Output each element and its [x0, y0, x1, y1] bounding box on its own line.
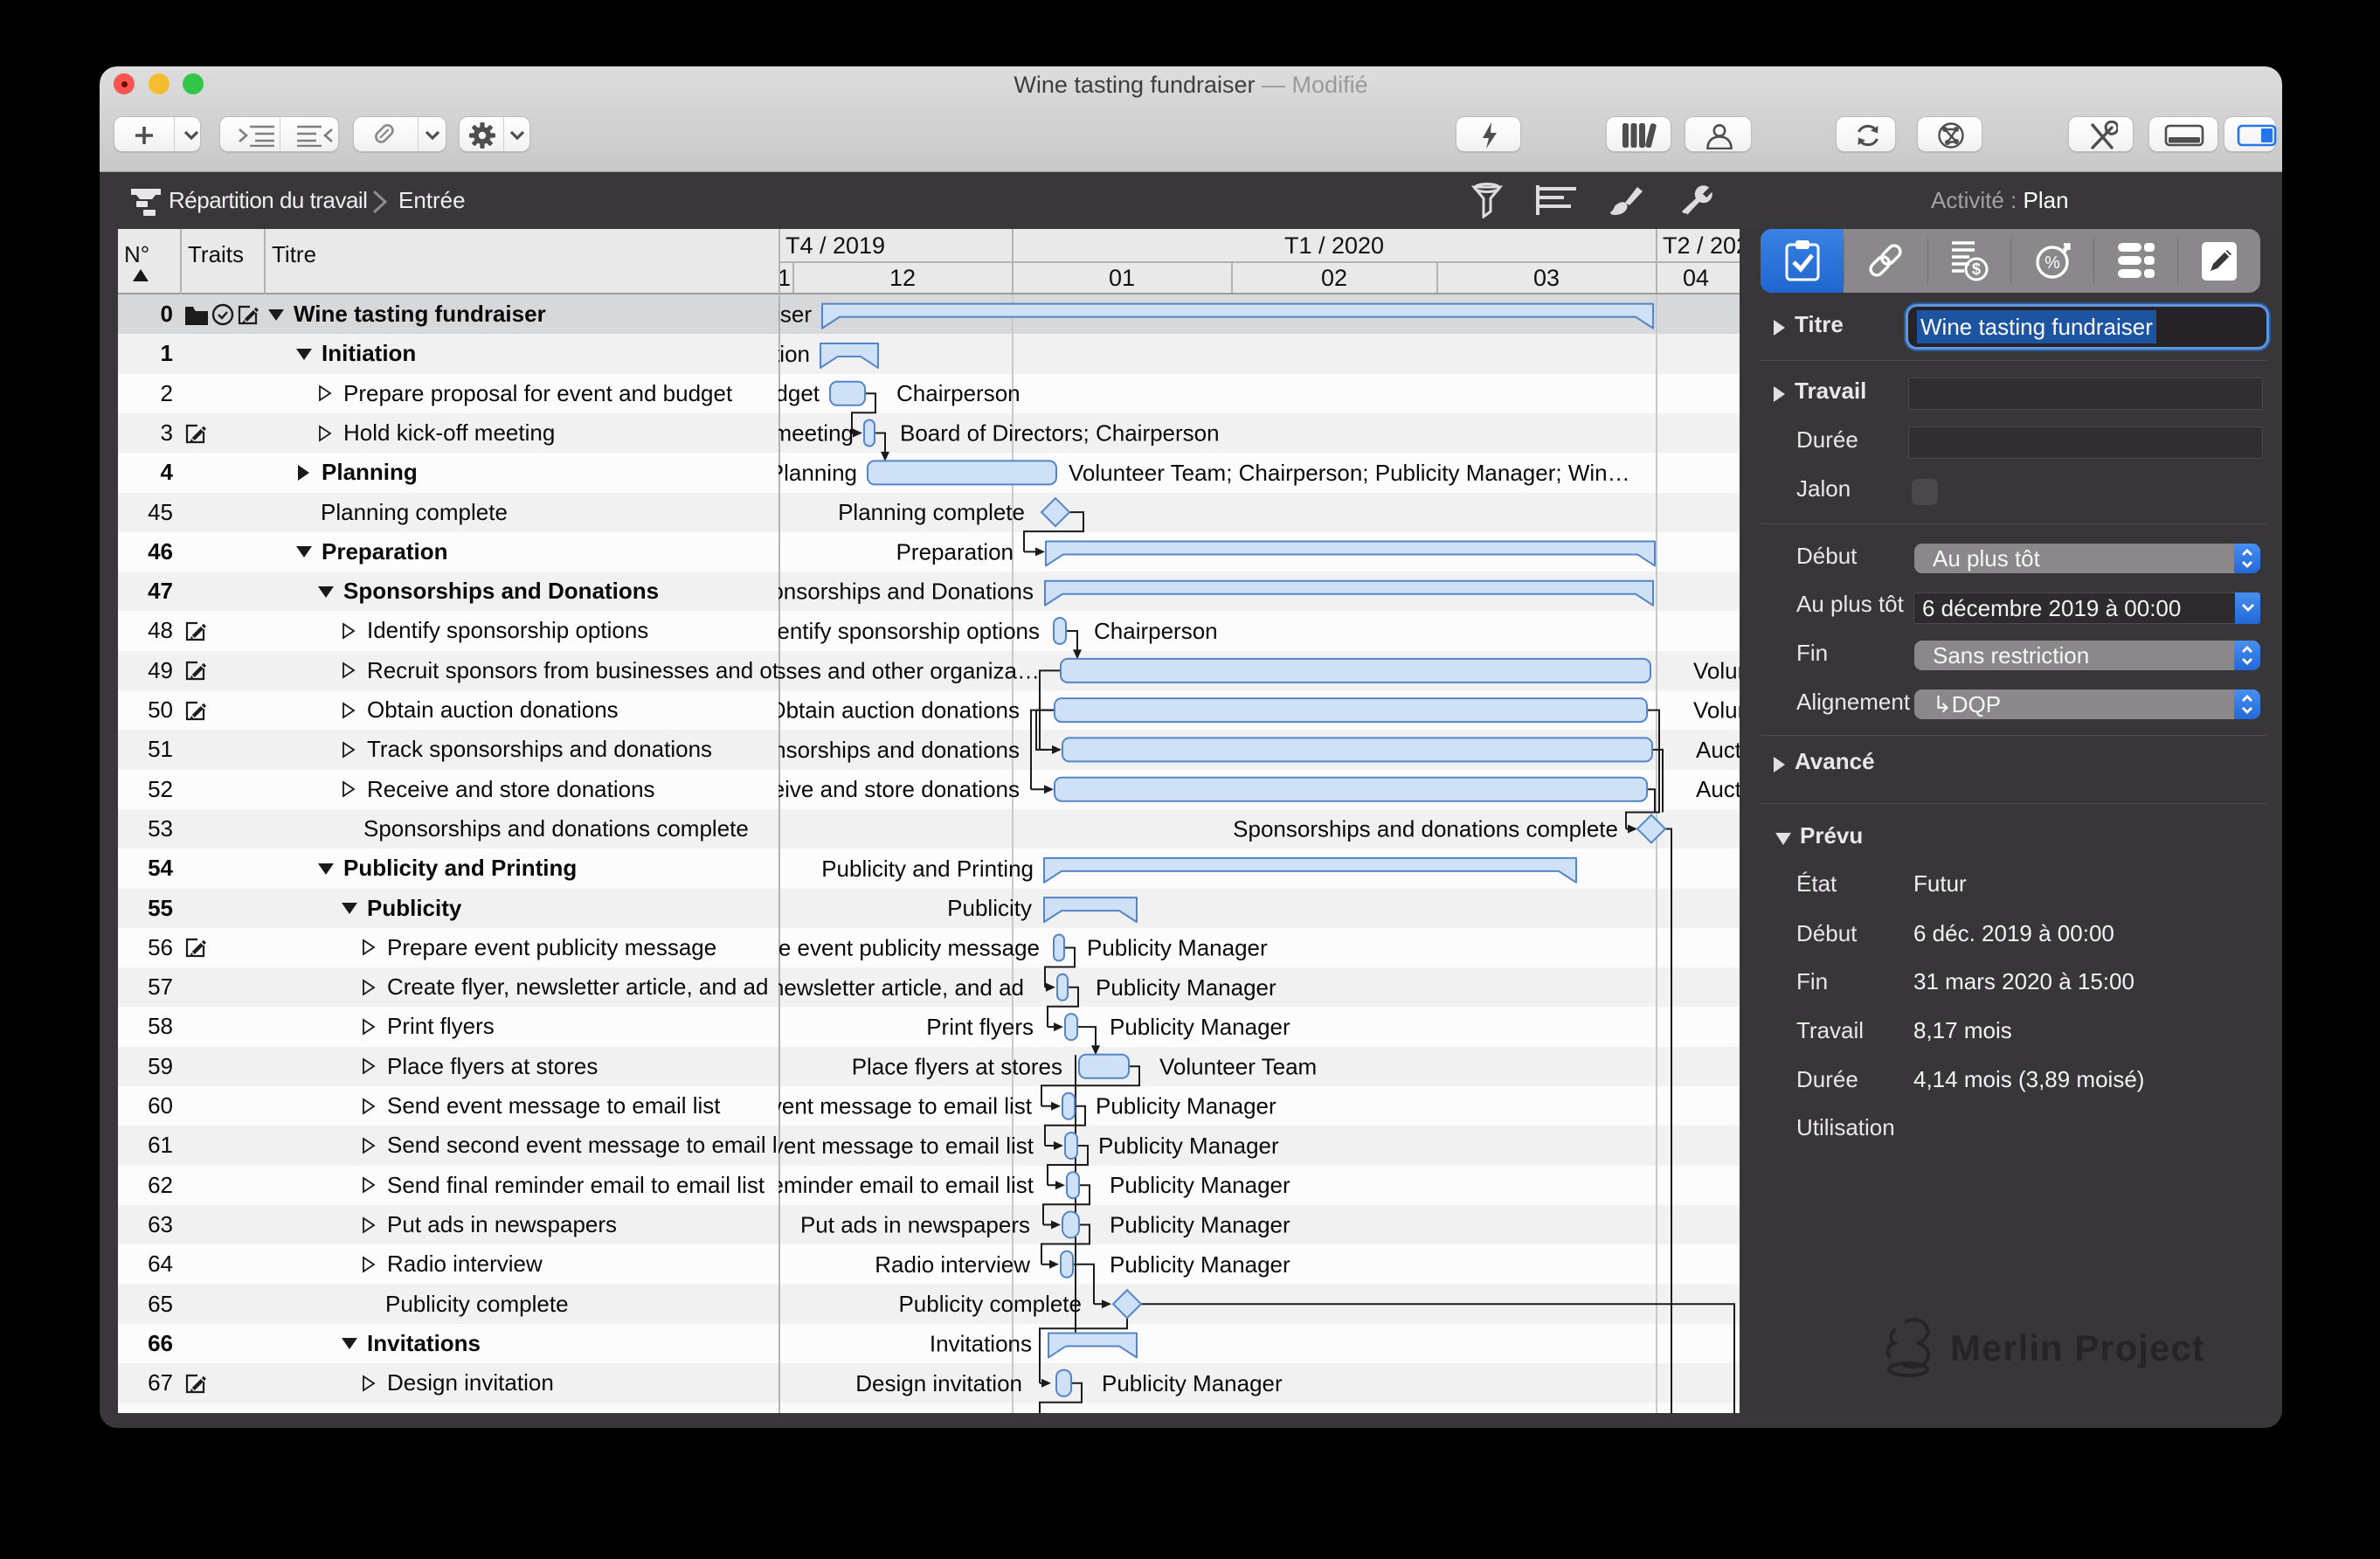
svg-text:Volunteer Team: Volunteer Team: [1159, 1053, 1317, 1079]
svg-text:Send final reminder email to e: Send final reminder email to email list: [778, 1172, 1034, 1198]
svg-text:Prepare proposal for event and: Prepare proposal for event and budget: [778, 380, 820, 406]
svg-text:Sponsorships and donations com: Sponsorships and donations complete: [1233, 816, 1618, 842]
svg-text:T2 / 2020: T2 / 2020: [1663, 232, 1740, 259]
svg-text:Send event message to email li: Send event message to email list: [778, 1093, 1033, 1119]
svg-text:Volunteer Team; Auction Team: Volunteer Team; Auction Team: [1693, 657, 1740, 683]
svg-text:T1 / 2020: T1 / 2020: [1284, 232, 1384, 259]
svg-text:Publicity complete: Publicity complete: [898, 1291, 1082, 1317]
svg-text:Publicity: Publicity: [947, 895, 1032, 921]
svg-text:Create flyer, newsletter artic: Create flyer, newsletter article, and ad: [778, 974, 1024, 1001]
svg-text:Volunteer Team: Volunteer Team: [1693, 697, 1740, 724]
svg-text:11: 11: [778, 265, 791, 291]
svg-text:Obtain auction donations: Obtain auction donations: [778, 697, 1020, 724]
svg-text:Auction Team: Auction Team: [1696, 776, 1740, 802]
svg-text:Invitations: Invitations: [930, 1331, 1032, 1357]
svg-text:Publicity and Printing: Publicity and Printing: [821, 856, 1034, 882]
svg-text:$: $: [1972, 260, 1981, 278]
svg-text:Volunteer Team; Chairperson; P: Volunteer Team; Chairperson; Publicity M…: [1069, 460, 1630, 486]
svg-text:Publicity Manager: Publicity Manager: [1102, 1370, 1283, 1396]
svg-text:Preparation: Preparation: [896, 538, 1014, 565]
svg-text:Print flyers: Print flyers: [926, 1014, 1034, 1040]
svg-text:Publicity Manager: Publicity Manager: [1110, 1172, 1290, 1198]
svg-text:Planning complete: Planning complete: [838, 499, 1025, 525]
svg-text:01: 01: [1109, 265, 1135, 291]
svg-text:Receive and store donations: Receive and store donations: [778, 776, 1020, 802]
svg-text:Track sponsorships and donatio: Track sponsorships and donations: [778, 737, 1020, 763]
svg-text:Publicity Manager: Publicity Manager: [1098, 1133, 1279, 1159]
svg-text:03: 03: [1533, 265, 1560, 291]
svg-text:Planning: Planning: [778, 460, 857, 486]
svg-text:Identify sponsorship options: Identify sponsorship options: [778, 618, 1040, 644]
svg-text:02: 02: [1321, 265, 1347, 291]
svg-text:Publicity Manager: Publicity Manager: [1096, 1093, 1276, 1119]
svg-text:Hold kick-off meeting: Hold kick-off meeting: [778, 420, 854, 447]
svg-text:Board of Directors; Chairperso: Board of Directors; Chairperson: [900, 420, 1220, 447]
svg-text:Auction Team: Auction Team: [1696, 737, 1740, 763]
svg-text:Wine tasting fundraiser: Wine tasting fundraiser: [778, 301, 812, 328]
svg-text:Send second event message to e: Send second event message to email list: [778, 1133, 1034, 1159]
svg-text:Design invitation: Design invitation: [855, 1370, 1022, 1396]
svg-text:Publicity Manager: Publicity Manager: [1096, 974, 1276, 1001]
svg-text:Publicity Manager: Publicity Manager: [1087, 935, 1268, 961]
svg-text:Publicity Manager: Publicity Manager: [1110, 1212, 1290, 1238]
svg-text:T4 / 2019: T4 / 2019: [785, 232, 885, 259]
svg-text:Publicity Manager: Publicity Manager: [1110, 1014, 1290, 1040]
svg-text:Chairperson: Chairperson: [896, 380, 1020, 406]
svg-text:Put ads in newspapers: Put ads in newspapers: [800, 1212, 1030, 1238]
svg-text:Prepare event publicity messag: Prepare event publicity message: [778, 935, 1040, 961]
svg-text:%: %: [2044, 253, 2060, 273]
svg-text:Chairperson: Chairperson: [1094, 618, 1218, 644]
svg-text:Radio interview: Radio interview: [875, 1251, 1030, 1278]
svg-text:Recruit sponsors from business: Recruit sponsors from businesses and oth…: [778, 657, 1040, 683]
svg-text:12: 12: [889, 265, 916, 291]
svg-text:Initiation: Initiation: [778, 341, 810, 367]
svg-text:Sponsorships and Donations: Sponsorships and Donations: [778, 579, 1034, 605]
svg-text:Publicity Manager: Publicity Manager: [1110, 1251, 1290, 1278]
svg-text:04: 04: [1683, 265, 1709, 291]
svg-text:Place flyers at stores: Place flyers at stores: [852, 1053, 1062, 1079]
